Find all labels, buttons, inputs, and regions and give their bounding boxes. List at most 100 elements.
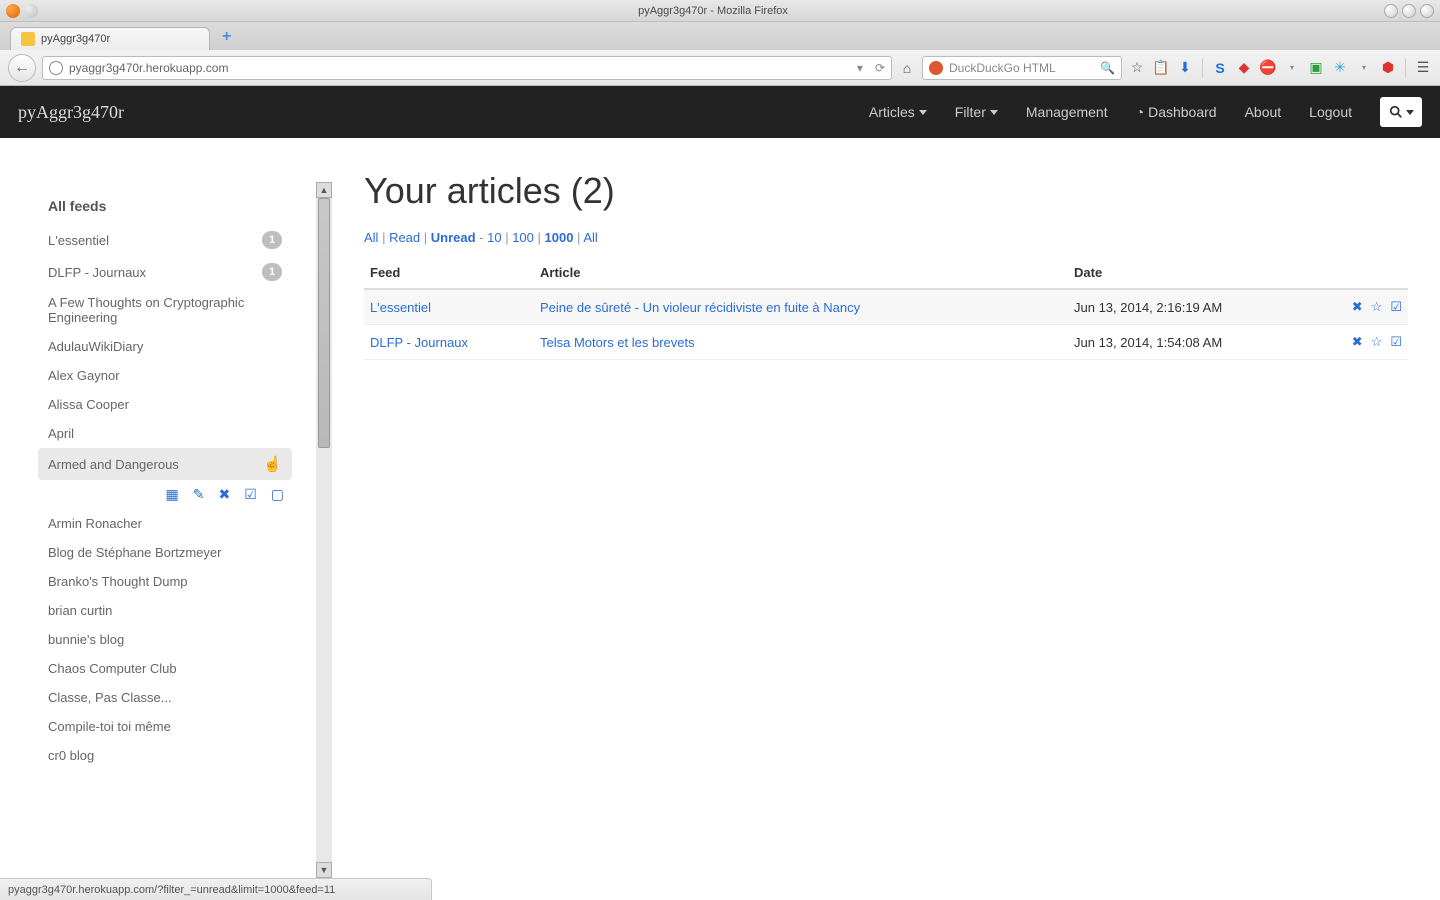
sidebar-heading: All feeds — [48, 198, 292, 214]
sidebar-scrollbar[interactable]: ▲ ▼ — [316, 198, 332, 878]
sidebar-item[interactable]: Compile-toi toi même — [38, 712, 292, 741]
star-icon[interactable]: ☆ — [1371, 299, 1383, 315]
back-button[interactable]: ← — [8, 54, 36, 82]
row-article-link[interactable]: Peine de sûreté - Un violeur récidiviste… — [540, 300, 860, 315]
unread-badge: 1 — [262, 263, 282, 281]
extension-blue-icon[interactable]: ✳ — [1331, 59, 1349, 77]
extension-green-icon[interactable]: ▣ — [1307, 59, 1325, 77]
scroll-down-icon[interactable]: ▼ — [316, 862, 332, 878]
nav-articles[interactable]: Articles — [855, 104, 941, 120]
nav-search-button[interactable] — [1380, 97, 1422, 127]
sidebar-item[interactable]: cr0 blog — [38, 741, 292, 770]
url-bar[interactable]: pyaggr3g470r.herokuapp.com ▾ ⟳ — [42, 56, 892, 80]
search-placeholder: DuckDuckGo HTML — [949, 61, 1094, 75]
extension-red-icon[interactable]: ⬢ — [1379, 59, 1397, 77]
sidebar-item[interactable]: A Few Thoughts on Cryptographic Engineer… — [38, 288, 292, 332]
col-date: Date — [1068, 257, 1328, 289]
scroll-up-icon[interactable]: ▲ — [316, 182, 332, 198]
app-icon — [24, 4, 38, 18]
filter-limit-all[interactable]: All — [583, 230, 597, 245]
browser-search-input[interactable]: DuckDuckGo HTML 🔍 — [922, 56, 1122, 80]
sidebar-item[interactable]: Classe, Pas Classe... — [38, 683, 292, 712]
filter-limit-10[interactable]: 10 — [487, 230, 501, 245]
star-icon[interactable]: ☆ — [1371, 334, 1383, 350]
filter-unread[interactable]: Unread — [431, 230, 476, 245]
url-dropdown-icon[interactable]: ▾ — [857, 61, 863, 75]
nav-logout[interactable]: Logout — [1295, 104, 1366, 120]
extension-dropdown-icon[interactable]: ▾ — [1283, 59, 1301, 77]
gauge-icon: ◔ — [1136, 104, 1144, 120]
square-icon[interactable]: ▢ — [271, 486, 284, 503]
maximize-icon[interactable] — [1402, 4, 1416, 18]
table-row: DLFP - Journaux Telsa Motors et les breve… — [364, 325, 1408, 360]
row-feed-link[interactable]: L'essentiel — [370, 300, 431, 315]
feed-name: bunnie's blog — [48, 632, 124, 647]
clipboard-icon[interactable]: 📋 — [1152, 59, 1170, 77]
download-icon[interactable]: ⬇ — [1176, 59, 1194, 77]
feed-action-row: ▦ ✎ ✖ ☑ ▢ — [48, 480, 292, 509]
check-icon[interactable]: ☑ — [244, 486, 257, 503]
grid-icon[interactable]: ▦ — [166, 486, 179, 503]
sidebar-item[interactable]: Branko's Thought Dump — [38, 567, 292, 596]
pointer-cursor-icon: ☝ — [263, 455, 282, 473]
feed-name: Alissa Cooper — [48, 397, 129, 412]
new-tab-button[interactable]: + — [216, 24, 237, 50]
mark-read-icon[interactable]: ☑ — [1390, 299, 1402, 315]
edit-icon[interactable]: ✎ — [193, 486, 205, 503]
feed-name: Blog de Stéphane Bortzmeyer — [48, 545, 221, 560]
delete-icon[interactable]: ✖ — [1352, 334, 1363, 350]
extension-dropdown-icon-2[interactable]: ▾ — [1355, 59, 1373, 77]
row-feed-link[interactable]: DLFP - Journaux — [370, 335, 468, 350]
filter-read[interactable]: Read — [389, 230, 420, 245]
filter-all[interactable]: All — [364, 230, 378, 245]
minimize-icon[interactable] — [1384, 4, 1398, 18]
reload-icon[interactable]: ⟳ — [875, 61, 885, 75]
nav-filter[interactable]: Filter — [941, 104, 1012, 120]
status-bar: pyaggr3g470r.herokuapp.com/?filter_=unre… — [0, 878, 432, 900]
caret-down-icon — [919, 110, 927, 115]
sidebar-item[interactable]: brian curtin — [38, 596, 292, 625]
sidebar-item[interactable]: AdulauWikiDiary — [38, 332, 292, 361]
feed-name: Chaos Computer Club — [48, 661, 177, 676]
sidebar-item[interactable]: Armin Ronacher — [38, 509, 292, 538]
hamburger-menu-icon[interactable]: ☰ — [1414, 59, 1432, 77]
close-window-icon[interactable] — [1420, 4, 1434, 18]
row-article-link[interactable]: Telsa Motors et les brevets — [540, 335, 695, 350]
sidebar-item[interactable]: bunnie's blog — [38, 625, 292, 654]
brand[interactable]: pyAggr3g470r — [18, 102, 124, 123]
table-row: L'essentiel Peine de sûreté - Un violeur … — [364, 289, 1408, 325]
feed-name: Classe, Pas Classe... — [48, 690, 172, 705]
sidebar-item[interactable]: April — [38, 419, 292, 448]
bookmark-star-icon[interactable]: ☆ — [1128, 59, 1146, 77]
page-title: Your articles (2) — [364, 170, 1408, 212]
nav-about[interactable]: About — [1231, 104, 1296, 120]
home-icon[interactable]: ⌂ — [898, 59, 916, 77]
sidebar-item[interactable]: Blog de Stéphane Bortzmeyer — [38, 538, 292, 567]
search-go-icon[interactable]: 🔍 — [1100, 61, 1115, 75]
extension-icon[interactable]: ◆ — [1235, 59, 1253, 77]
sidebar-item[interactable]: L'essentiel1 — [38, 224, 292, 256]
close-icon[interactable]: ✖ — [218, 486, 230, 503]
browser-tab[interactable]: pyAggr3g470r — [10, 27, 210, 50]
mark-read-icon[interactable]: ☑ — [1390, 334, 1402, 350]
app-navbar: pyAggr3g470r Articles Filter Management … — [0, 86, 1440, 138]
row-date: Jun 13, 2014, 2:16:19 AM — [1068, 289, 1328, 325]
status-text: pyaggr3g470r.herokuapp.com/?filter_=unre… — [8, 884, 335, 896]
sidebar-item[interactable]: DLFP - Journaux1 — [38, 256, 292, 288]
filter-limit-100[interactable]: 100 — [512, 230, 534, 245]
adblock-icon[interactable]: ⛔ — [1259, 59, 1277, 77]
sidebar-item[interactable]: Chaos Computer Club — [38, 654, 292, 683]
browser-tab-strip: pyAggr3g470r + — [0, 22, 1440, 50]
nav-dashboard[interactable]: ◔Dashboard — [1122, 104, 1231, 120]
nav-management[interactable]: Management — [1012, 104, 1122, 120]
sidebar-item[interactable]: Armed and Dangerous☝ — [38, 448, 292, 480]
delete-icon[interactable]: ✖ — [1352, 299, 1363, 315]
filter-limit-1000[interactable]: 1000 — [545, 230, 574, 245]
sidebar-item[interactable]: Alex Gaynor — [38, 361, 292, 390]
col-feed: Feed — [364, 257, 534, 289]
scrollbar-thumb[interactable] — [318, 198, 330, 448]
feed-name: Alex Gaynor — [48, 368, 120, 383]
stylish-icon[interactable]: S — [1211, 59, 1229, 77]
feed-name: April — [48, 426, 74, 441]
sidebar-item[interactable]: Alissa Cooper — [38, 390, 292, 419]
